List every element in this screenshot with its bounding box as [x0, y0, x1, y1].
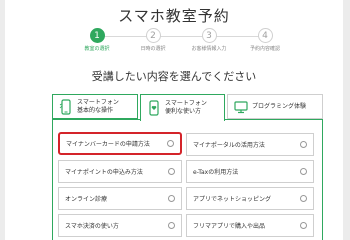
option-my-point[interactable]: マイナポイントの申込み方法: [58, 160, 182, 183]
step-number: 3: [201, 28, 217, 43]
radio-button[interactable]: [300, 168, 307, 175]
tab-label-line2: 便利な使い方: [165, 108, 202, 115]
tab-label-line2: 基本的な操作: [77, 106, 114, 114]
option-net-shopping[interactable]: アプリでネットショッピング: [186, 187, 314, 210]
step-number: 2: [145, 28, 161, 43]
tab-label-line1: プログラミング体験: [252, 102, 307, 110]
option-label: オンライン診療: [65, 196, 108, 203]
smartphone-icon: [59, 98, 71, 115]
tab-label-line1: スマートフォン: [165, 100, 207, 107]
option-my-number-card[interactable]: マイナンバーカードの申請方法: [58, 132, 182, 155]
option-label: マイナンバーカードの申請方法: [66, 141, 150, 148]
step-label: 予約内容確認: [249, 46, 280, 52]
option-online-medical[interactable]: オンライン診療: [58, 187, 182, 210]
tab-label-line1: スマートフォン: [77, 98, 119, 106]
option-label: スマホ決済の使い方: [65, 223, 119, 230]
option-my-portal[interactable]: マイナポータルの活用方法: [186, 133, 314, 156]
step-number: 4: [257, 28, 273, 43]
step-1: 1 教室の選択: [69, 28, 125, 52]
page: スマホ教室予約 1 教室の選択 2 日時の選択 3 お客様情報入力 4 予約内容…: [5, 0, 343, 240]
radio-button[interactable]: [168, 222, 175, 229]
option-mobile-payment[interactable]: スマホ決済の使い方: [58, 214, 182, 237]
step-4: 4 予約内容確認: [237, 28, 293, 52]
monitor-icon: [234, 100, 248, 113]
page-title: スマホ教室予約: [118, 7, 230, 25]
option-label: アプリでネットショッピング: [193, 196, 272, 203]
option-label: マイナポータルの活用方法: [193, 142, 265, 149]
option-label: フリマアプリで購入や出品: [193, 223, 266, 230]
step-label: お客様情報入力: [191, 46, 227, 52]
section-heading: 受講したい内容を選んでください: [91, 70, 257, 83]
radio-button[interactable]: [300, 141, 307, 148]
radio-button[interactable]: [168, 195, 175, 202]
step-2: 2 日時の選択: [125, 28, 181, 52]
step-3: 3 お客様情報入力: [181, 28, 237, 52]
radio-button[interactable]: [168, 168, 175, 175]
radio-button[interactable]: [300, 222, 307, 229]
step-label: 教室の選択: [84, 46, 110, 52]
tab-programming[interactable]: プログラミング体験: [227, 94, 323, 119]
radio-button[interactable]: [167, 140, 174, 147]
step-label: 日時の選択: [140, 46, 166, 52]
option-label: e-Taxの利用方法: [193, 169, 239, 176]
radio-button[interactable]: [300, 195, 307, 202]
tab-basic-operations[interactable]: スマートフォン 基本的な操作: [52, 94, 138, 119]
option-e-tax[interactable]: e-Taxの利用方法: [186, 160, 314, 183]
smartphone-heart-icon: [149, 100, 159, 116]
option-label: マイナポイントの申込み方法: [65, 169, 143, 176]
step-number: 1: [89, 28, 105, 43]
tab-useful-features[interactable]: スマートフォン 便利な使い方: [140, 94, 225, 121]
option-flea-market-app[interactable]: フリマアプリで購入や出品: [186, 214, 314, 237]
